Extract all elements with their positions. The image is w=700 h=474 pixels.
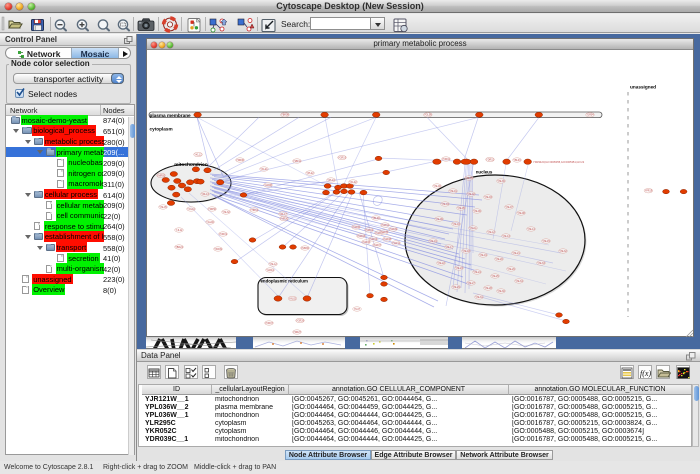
svg-text:YNL13: YNL13	[502, 235, 510, 238]
svg-text:YGR05: YGR05	[380, 231, 389, 234]
svg-text:YNL12: YNL12	[487, 231, 495, 234]
svg-text:mitochondrion: mitochondrion	[174, 162, 208, 168]
svg-text:YDR342C|GO:0005355,GO:0005351,: YDR342C|GO:0005355,GO:0005351,GO:22	[533, 160, 585, 164]
svg-text:YNL10: YNL10	[452, 223, 460, 226]
svg-text:YHR14: YHR14	[250, 209, 258, 212]
svg-text:YNL27: YNL27	[467, 282, 475, 285]
svg-text:YLR08: YLR08	[264, 184, 272, 187]
svg-text:YNL16: YNL16	[429, 240, 437, 243]
svg-text:YGR06: YGR06	[362, 241, 371, 244]
svg-text:YOR02: YOR02	[442, 158, 451, 161]
svg-text:YNL32: YNL32	[559, 250, 567, 253]
svg-text:YMR00: YMR00	[301, 247, 310, 250]
svg-text:nucleus: nucleus	[476, 169, 493, 174]
svg-text:cytoplasm: cytoplasm	[150, 127, 173, 132]
svg-text:YNL26: YNL26	[507, 268, 515, 271]
svg-text:YGR10: YGR10	[381, 224, 390, 227]
svg-text:f(x): f(x)	[640, 369, 651, 378]
svg-text:YDR06: YDR06	[236, 159, 244, 162]
svg-text:YNL14: YNL14	[527, 228, 535, 231]
svg-text:YOR07: YOR07	[265, 322, 274, 325]
svg-text:YBL09: YBL09	[372, 217, 380, 220]
svg-text:YNL35: YNL35	[465, 177, 473, 180]
svg-text:YGR04: YGR04	[369, 238, 378, 241]
svg-text:YDL13: YDL13	[201, 193, 209, 196]
svg-text:YNL11: YNL11	[469, 227, 477, 230]
svg-text:YNL15: YNL15	[542, 240, 550, 243]
svg-text:YNL36: YNL36	[497, 180, 505, 183]
svg-text:YNL21: YNL21	[512, 252, 520, 255]
svg-text:YOR19: YOR19	[219, 233, 228, 236]
svg-text:YGR09: YGR09	[389, 228, 398, 231]
svg-text:YNL03: YNL03	[484, 196, 492, 199]
svg-text:YGR03: YGR03	[357, 235, 366, 238]
svg-text:YGR19: YGR19	[338, 156, 347, 159]
svg-text:YNL18: YNL18	[462, 250, 470, 253]
svg-text:YAL02: YAL02	[289, 297, 297, 300]
svg-text:YNL22: YNL22	[437, 262, 445, 265]
svg-text:YNL05: YNL05	[159, 206, 167, 209]
svg-text:YNL23: YNL23	[455, 267, 463, 270]
svg-text:YGL08: YGL08	[424, 114, 432, 117]
svg-text:YNL28: YNL28	[484, 287, 492, 290]
svg-text:YNL33: YNL33	[537, 262, 545, 265]
svg-text:YNL04: YNL04	[441, 203, 449, 206]
svg-text:plasma membrane: plasma membrane	[150, 113, 192, 118]
svg-text:YNL31: YNL31	[475, 296, 483, 299]
svg-text:YDL17: YDL17	[279, 213, 287, 216]
svg-text:YBR08: YBR08	[281, 114, 289, 117]
svg-text:YNL34: YNL34	[515, 280, 523, 283]
svg-text:YNL30: YNL30	[497, 290, 505, 293]
svg-text:YGR11: YGR11	[392, 242, 400, 245]
svg-text:YNL00: YNL00	[433, 185, 441, 188]
svg-text:YJL12: YJL12	[176, 229, 183, 232]
svg-text:YPL22: YPL22	[306, 172, 314, 175]
svg-text:YNL08: YNL08	[517, 212, 525, 215]
svg-text:YNL09: YNL09	[435, 218, 443, 221]
svg-text:YBL03: YBL03	[513, 159, 521, 162]
svg-text:YLR44: YLR44	[266, 269, 274, 272]
svg-text:YIL07: YIL07	[354, 308, 361, 311]
svg-text:YGL00: YGL00	[206, 221, 214, 224]
svg-text:YMR11: YMR11	[293, 160, 301, 163]
svg-text:YNL20: YNL20	[495, 258, 503, 261]
svg-text:YPR19: YPR19	[645, 190, 653, 193]
svg-text:YNL29: YNL29	[452, 286, 460, 289]
svg-text:YKL02: YKL02	[349, 181, 357, 184]
svg-text:YDR27: YDR27	[293, 331, 301, 334]
svg-text:YGR28: YGR28	[296, 319, 305, 322]
svg-text:YNL02: YNL02	[467, 193, 475, 196]
svg-text:YNL24: YNL24	[473, 271, 481, 274]
svg-text:YKR09: YKR09	[214, 248, 222, 251]
svg-text:YPL13: YPL13	[327, 179, 335, 182]
svg-text:YNL07: YNL07	[505, 206, 513, 209]
svg-text:YOL10: YOL10	[187, 208, 195, 211]
svg-text:YNL05: YNL05	[457, 207, 465, 210]
svg-text:endoplasmic reticulum: endoplasmic reticulum	[261, 279, 308, 284]
svg-text:YNL01: YNL01	[449, 190, 457, 193]
svg-text:YGR01: YGR01	[365, 229, 374, 232]
svg-text:YNL12: YNL12	[269, 263, 277, 266]
svg-text:YGR00: YGR00	[352, 226, 361, 229]
svg-text:unassigned: unassigned	[630, 85, 656, 90]
svg-text:YNL25: YNL25	[491, 275, 499, 278]
svg-text:YMR30: YMR30	[280, 217, 289, 220]
svg-text:YNL19: YNL19	[479, 254, 487, 257]
svg-text:YNL06: YNL06	[473, 210, 481, 213]
svg-text:YNL32: YNL32	[222, 211, 230, 214]
svg-text:YGR07: YGR07	[373, 244, 382, 247]
svg-text:YKL12: YKL12	[194, 153, 202, 156]
svg-text:YGR08: YGR08	[383, 238, 392, 241]
svg-text:YJR04: YJR04	[586, 114, 594, 117]
svg-text:YNL17: YNL17	[445, 246, 453, 249]
svg-text:YMR05: YMR05	[157, 174, 166, 177]
svg-text:YKL21: YKL21	[260, 168, 268, 171]
svg-text:YDR15: YDR15	[486, 158, 494, 161]
svg-text:YBR24: YBR24	[175, 246, 183, 249]
svg-text:YDR50: YDR50	[208, 208, 216, 211]
